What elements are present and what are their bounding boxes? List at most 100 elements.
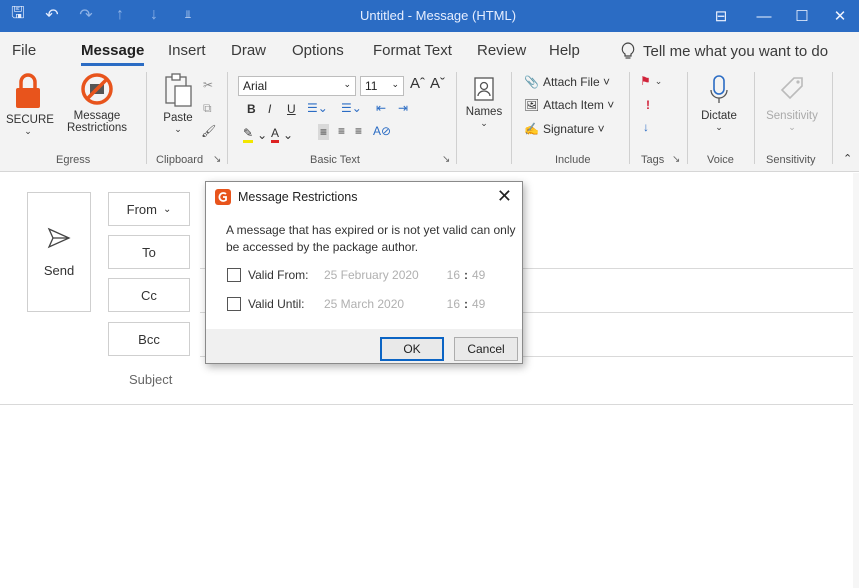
message-restrictions-button[interactable]: Message Restrictions	[58, 72, 136, 134]
cancel-button[interactable]: Cancel	[454, 337, 518, 361]
names-label: Names	[465, 106, 503, 118]
tell-me-label: Tell me what you want to do	[643, 42, 829, 60]
down-arrow-icon[interactable]: ↓	[144, 5, 164, 25]
group-divider	[754, 72, 755, 164]
group-divider	[832, 72, 833, 164]
signature-icon: ✍	[524, 122, 539, 136]
tab-review[interactable]: Review	[477, 42, 526, 59]
underline-icon[interactable]: U	[287, 102, 296, 116]
valid-until-minute[interactable]: 49	[472, 297, 485, 311]
ribbon-display-options-icon[interactable]: ⊟	[697, 0, 745, 32]
align-right-icon[interactable]: ≡	[355, 124, 362, 138]
time-separator: :	[464, 268, 468, 282]
valid-from-minute[interactable]: 49	[472, 268, 485, 282]
attach-file-button[interactable]: 📎 Attach File ˅	[524, 75, 610, 89]
clear-formatting-icon[interactable]: A⊘	[373, 124, 391, 138]
tab-format-text[interactable]: Format Text	[373, 42, 452, 59]
maximize-button[interactable]: ☐	[783, 0, 821, 32]
window-controls: ⊟ — ☐ ✕	[697, 0, 859, 32]
title-bar: 🖫 ↶ ↷ ↑ ↓ ⫫ Untitled - Message (HTML) ⊟ …	[0, 0, 859, 32]
highlight-icon[interactable]: ✎ ⌄	[243, 126, 267, 143]
message-restrictions-dialog: Message Restrictions ✕ A message that ha…	[205, 181, 523, 364]
body-divider	[0, 404, 859, 405]
font-color-icon[interactable]: A ⌄	[271, 126, 293, 143]
send-button[interactable]: Send	[27, 192, 91, 312]
ribbon-tabs: File Message Insert Draw Options Format …	[0, 32, 859, 66]
attach-item-icon: 🖼	[524, 98, 540, 112]
dictate-label: Dictate	[701, 110, 737, 122]
tab-draw[interactable]: Draw	[231, 42, 266, 59]
copy-icon[interactable]: ⧉	[203, 101, 212, 116]
customize-toolbar-icon[interactable]: ⫫	[178, 5, 198, 25]
up-arrow-icon[interactable]: ↑	[110, 5, 130, 25]
tab-insert[interactable]: Insert	[168, 42, 206, 59]
valid-until-checkbox[interactable]	[227, 297, 241, 311]
voice-group-label: Voice	[707, 154, 734, 166]
align-center-icon[interactable]: ≡	[338, 124, 345, 138]
undo-icon[interactable]: ↶	[42, 5, 62, 25]
time-separator: :	[464, 297, 468, 311]
group-divider	[227, 72, 228, 164]
font-name-combo[interactable]: Arial ⌄	[238, 76, 356, 96]
valid-from-hour[interactable]: 16	[440, 268, 460, 282]
subject-field[interactable]: Subject	[129, 372, 172, 387]
format-painter-icon[interactable]: 🖌	[201, 124, 216, 138]
valid-from-date[interactable]: 25 February 2020	[324, 268, 440, 282]
dialog-title-bar: Message Restrictions ✕	[206, 182, 522, 212]
valid-until-hour[interactable]: 16	[440, 297, 460, 311]
tab-options[interactable]: Options	[292, 42, 344, 59]
basic-text-launcher-icon[interactable]: ↘	[442, 154, 450, 165]
high-importance-icon[interactable]: !	[646, 98, 650, 112]
group-divider	[629, 72, 630, 164]
close-button[interactable]: ✕	[821, 0, 859, 32]
bcc-button[interactable]: Bcc	[108, 322, 190, 356]
paperclip-icon: 📎	[524, 75, 539, 89]
increase-indent-icon[interactable]: ⇥	[398, 101, 408, 115]
names-button[interactable]: Names ⌄	[462, 76, 506, 129]
attach-item-button[interactable]: 🖼 Attach Item ˅	[524, 98, 614, 112]
dialog-close-button[interactable]: ✕	[497, 186, 512, 207]
minimize-button[interactable]: —	[745, 0, 783, 32]
restrictions-label-2: Restrictions	[66, 122, 128, 134]
lock-icon	[16, 73, 40, 108]
group-divider	[687, 72, 688, 164]
valid-until-date[interactable]: 25 March 2020	[324, 297, 440, 311]
secure-label: SECURE	[6, 114, 54, 126]
collapse-ribbon-icon[interactable]: ⌃	[843, 152, 852, 165]
font-size-combo[interactable]: 11 ⌄	[360, 76, 404, 96]
secure-button[interactable]: SECURE ⌄	[6, 72, 54, 137]
chevron-down-icon: ⌄	[162, 203, 172, 215]
tab-help[interactable]: Help	[549, 42, 580, 59]
quick-access-toolbar: 🖫 ↶ ↷ ↑ ↓ ⫫	[8, 5, 198, 25]
redo-icon[interactable]: ↷	[76, 5, 96, 25]
paste-button[interactable]: Paste ⌄	[158, 72, 198, 135]
tell-me-search[interactable]: Tell me what you want to do	[621, 42, 828, 60]
tags-launcher-icon[interactable]: ↘	[672, 154, 680, 165]
bullets-icon[interactable]: ☰⌄	[307, 101, 328, 115]
clipboard-group-label: Clipboard	[156, 154, 204, 166]
sensitivity-button[interactable]: Sensitivity ⌄	[760, 74, 824, 133]
decrease-indent-icon[interactable]: ⇤	[376, 101, 386, 115]
from-button[interactable]: From ⌄	[108, 192, 190, 226]
save-icon[interactable]: 🖫	[8, 5, 28, 25]
valid-from-checkbox[interactable]	[227, 268, 241, 282]
shrink-font-icon[interactable]: Aˇ	[430, 75, 445, 92]
tab-file[interactable]: File	[12, 42, 36, 59]
italic-icon[interactable]: I	[268, 102, 271, 116]
signature-button[interactable]: ✍ Signature ˅	[524, 122, 605, 136]
align-left-icon[interactable]: ≡	[318, 124, 330, 140]
vertical-scrollbar[interactable]	[853, 173, 859, 588]
grow-font-icon[interactable]: Aˆ	[410, 75, 425, 92]
ok-button[interactable]: OK	[380, 337, 444, 361]
tab-message[interactable]: Message	[81, 42, 145, 66]
cc-button[interactable]: Cc	[108, 278, 190, 312]
ribbon: SECURE ⌄ Message Restrictions Egress Pas…	[0, 66, 859, 172]
dictate-button[interactable]: Dictate ⌄	[696, 74, 742, 133]
to-button[interactable]: To	[108, 235, 190, 269]
bold-icon[interactable]: B	[247, 102, 256, 116]
follow-up-flag-icon[interactable]: ⚑ ⌄	[640, 74, 662, 88]
numbering-icon[interactable]: ☰⌄	[341, 101, 362, 115]
cut-icon[interactable]: ✂	[203, 78, 213, 92]
low-importance-icon[interactable]: ↓	[643, 120, 649, 134]
clipboard-launcher-icon[interactable]: ↘	[213, 154, 221, 165]
